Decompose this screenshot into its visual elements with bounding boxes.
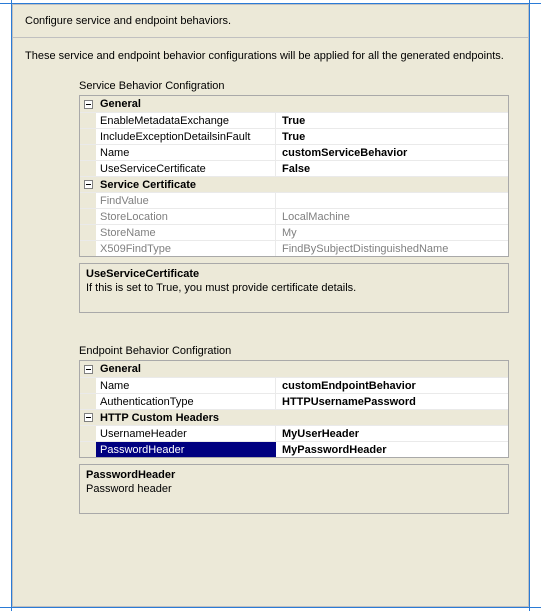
panel-header: Configure service and endpoint behaviors… <box>13 5 528 38</box>
service-property-grid[interactable]: General EnableMetadataExchange True Incl… <box>79 95 509 257</box>
collapse-icon[interactable] <box>80 177 96 192</box>
prop-name[interactable]: Name customServiceBehavior <box>80 144 508 160</box>
category-http-custom-headers[interactable]: HTTP Custom Headers <box>80 409 508 425</box>
service-section-title: Service Behavior Configration <box>79 80 513 92</box>
desc-body: Password header <box>86 483 502 495</box>
collapse-icon[interactable] <box>80 410 96 425</box>
header-text: Configure service and endpoint behaviors… <box>25 15 231 27</box>
endpoint-property-grid[interactable]: General Name customEndpointBehavior Auth… <box>79 360 509 458</box>
prop-authentication-type[interactable]: AuthenticationType HTTPUsernamePassword <box>80 393 508 409</box>
prop-password-header[interactable]: PasswordHeader MyPasswordHeader <box>80 441 508 457</box>
endpoint-description-panel: PasswordHeader Password header <box>79 464 509 514</box>
collapse-icon[interactable] <box>80 96 96 112</box>
prop-find-value: FindValue <box>80 192 508 208</box>
prop-enable-metadata-exchange[interactable]: EnableMetadataExchange True <box>80 112 508 128</box>
prop-store-location: StoreLocation LocalMachine <box>80 208 508 224</box>
intro-text: These service and endpoint behavior conf… <box>25 50 516 62</box>
prop-username-header[interactable]: UsernameHeader MyUserHeader <box>80 425 508 441</box>
config-panel: Configure service and endpoint behaviors… <box>12 4 529 607</box>
category-general[interactable]: General <box>80 96 508 112</box>
collapse-icon[interactable] <box>80 361 96 377</box>
category-service-certificate[interactable]: Service Certificate <box>80 176 508 192</box>
desc-body: If this is set to True, you must provide… <box>86 282 502 294</box>
prop-x509-find-type: X509FindType FindBySubjectDistinguishedN… <box>80 240 508 256</box>
service-description-panel: UseServiceCertificate If this is set to … <box>79 263 509 313</box>
prop-use-service-certificate[interactable]: UseServiceCertificate False <box>80 160 508 176</box>
endpoint-section-title: Endpoint Behavior Configration <box>79 345 513 357</box>
category-general[interactable]: General <box>80 361 508 377</box>
prop-store-name: StoreName My <box>80 224 508 240</box>
prop-include-exception-details[interactable]: IncludeExceptionDetailsinFault True <box>80 128 508 144</box>
prop-endpoint-name[interactable]: Name customEndpointBehavior <box>80 377 508 393</box>
desc-title: PasswordHeader <box>86 469 502 481</box>
desc-title: UseServiceCertificate <box>86 268 502 280</box>
